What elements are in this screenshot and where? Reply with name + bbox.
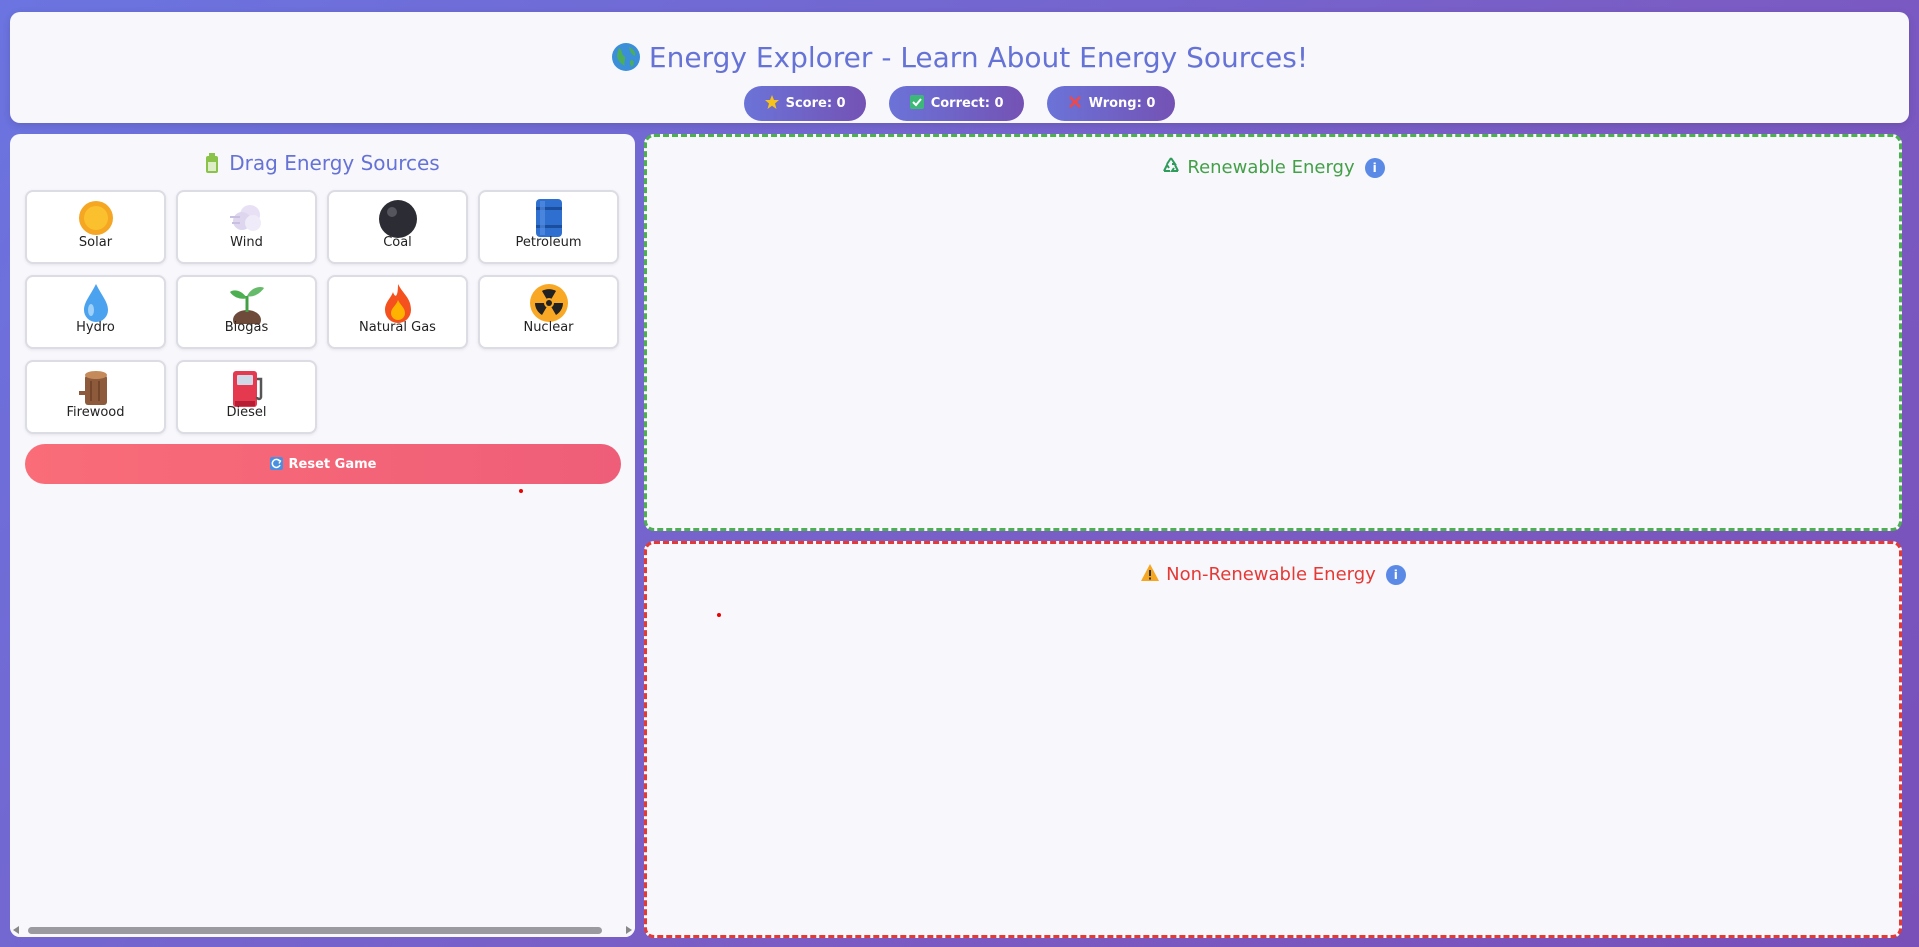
recycle-icon bbox=[1163, 157, 1180, 172]
sun-icon bbox=[78, 201, 113, 235]
coal-icon bbox=[378, 200, 417, 238]
card-firewood[interactable]: Firewood bbox=[25, 360, 166, 434]
battery-icon bbox=[206, 153, 219, 173]
warning-icon bbox=[1141, 564, 1160, 581]
wrong-badge: Wrong: 0 bbox=[1046, 86, 1176, 121]
card-diesel[interactable]: Diesel bbox=[176, 360, 317, 434]
card-coal[interactable]: Coal bbox=[327, 190, 468, 264]
scrollbar-thumb[interactable] bbox=[28, 927, 602, 934]
horizontal-scrollbar[interactable] bbox=[10, 923, 635, 937]
renewable-info-icon[interactable]: i bbox=[1364, 158, 1385, 178]
card-solar[interactable]: Solar bbox=[25, 190, 166, 264]
globe-icon bbox=[611, 43, 640, 71]
sources-panel: Drag Energy Sources Solar Wind Coal Petr… bbox=[10, 134, 635, 937]
renewable-drop-zone[interactable]: Renewable Energy i bbox=[644, 134, 1902, 531]
stats-bar: Score: 0 Correct: 0 Wrong: 0 bbox=[10, 86, 1909, 121]
card-biogas[interactable]: Biogas bbox=[176, 275, 317, 349]
card-nuclear[interactable]: Nuclear bbox=[478, 275, 619, 349]
cross-icon bbox=[1068, 96, 1081, 108]
check-icon bbox=[909, 95, 924, 109]
refresh-icon bbox=[269, 456, 283, 470]
star-icon bbox=[764, 95, 779, 109]
renewable-zone-title: Renewable Energy i bbox=[647, 155, 1899, 181]
card-wind[interactable]: Wind bbox=[176, 190, 317, 264]
oil-barrel-icon bbox=[535, 199, 562, 237]
cursor-dot bbox=[519, 489, 523, 493]
title-text: Energy Explorer - Learn About Energy Sou… bbox=[648, 41, 1309, 74]
panel-title: Drag Energy Sources bbox=[10, 148, 635, 178]
water-drop-icon bbox=[83, 284, 108, 322]
fuel-pump-icon bbox=[232, 371, 262, 407]
score-badge: Score: 0 bbox=[743, 86, 866, 121]
reset-game-button[interactable]: Reset Game bbox=[25, 444, 621, 484]
cursor-dot bbox=[717, 613, 721, 617]
wind-icon bbox=[229, 205, 261, 231]
card-petroleum[interactable]: Petroleum bbox=[478, 190, 619, 264]
header: Energy Explorer - Learn About Energy Sou… bbox=[10, 12, 1909, 123]
radiation-icon bbox=[529, 284, 568, 322]
flame-icon bbox=[384, 284, 411, 323]
scroll-left-icon[interactable] bbox=[13, 926, 19, 934]
page-title: Energy Explorer - Learn About Energy Sou… bbox=[10, 40, 1909, 76]
correct-badge: Correct: 0 bbox=[888, 86, 1024, 121]
non-renewable-zone-title: Non-Renewable Energy i bbox=[647, 562, 1899, 588]
card-natural-gas[interactable]: Natural Gas bbox=[327, 275, 468, 349]
sprout-icon bbox=[229, 286, 264, 324]
non-renewable-info-icon[interactable]: i bbox=[1385, 565, 1406, 585]
log-icon bbox=[78, 371, 107, 405]
scroll-right-icon[interactable] bbox=[626, 926, 632, 934]
card-hydro[interactable]: Hydro bbox=[25, 275, 166, 349]
non-renewable-drop-zone[interactable]: Non-Renewable Energy i bbox=[644, 541, 1902, 938]
